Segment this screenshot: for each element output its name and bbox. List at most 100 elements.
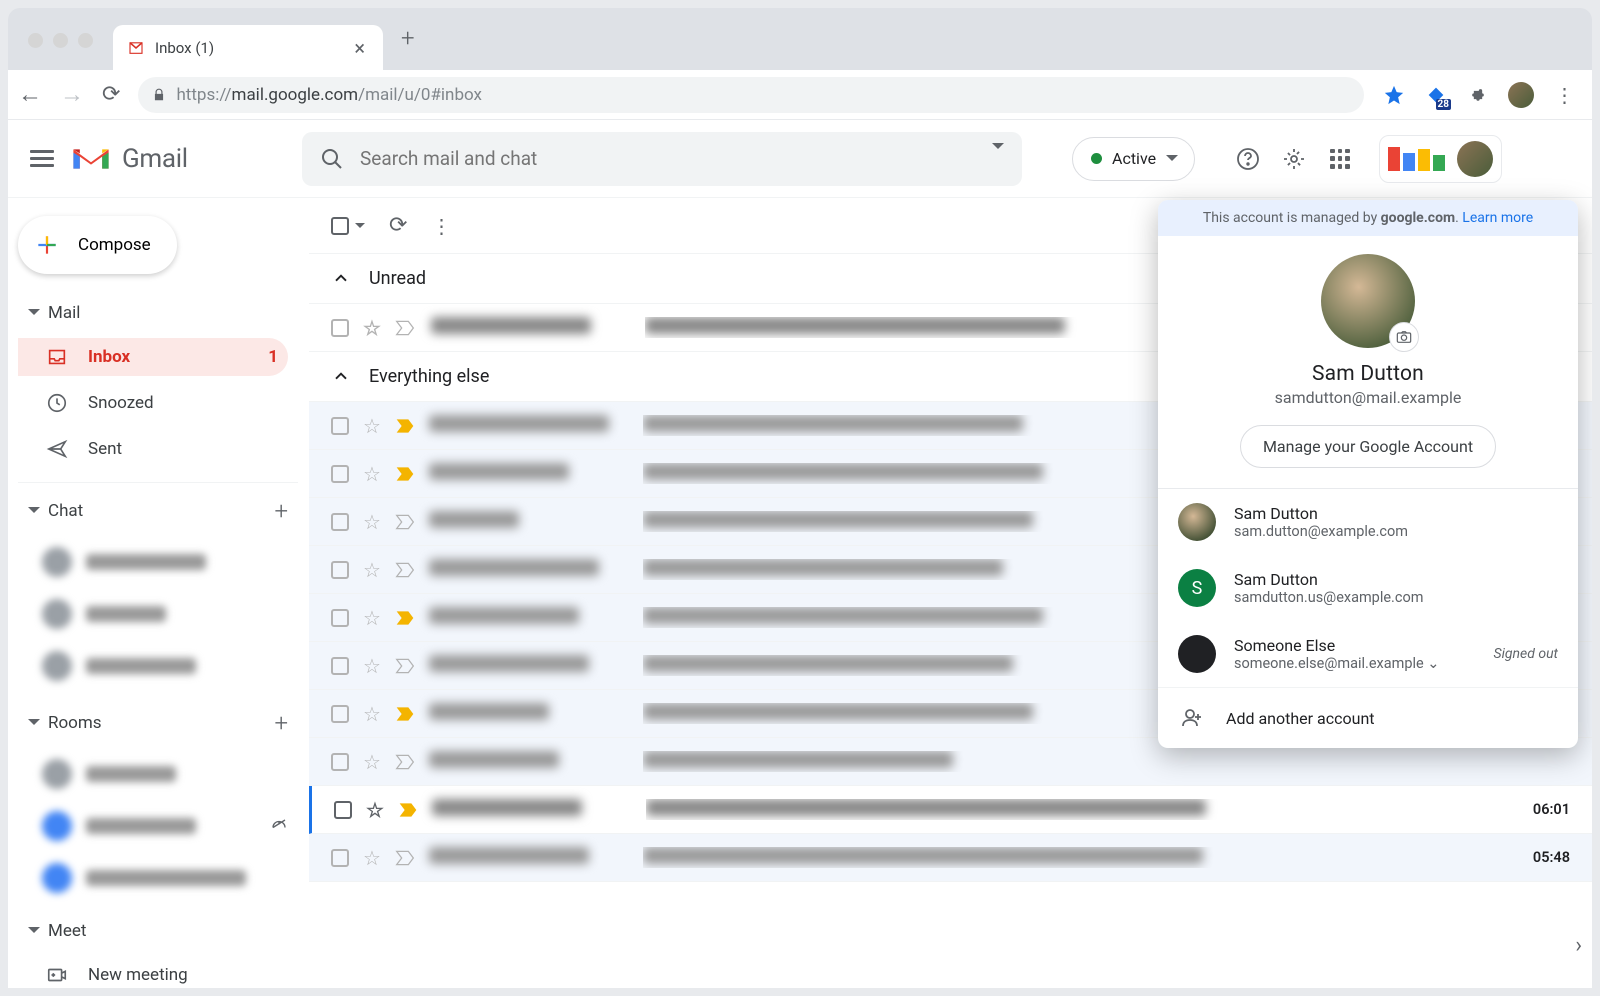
new-tab-button[interactable]: + [383, 24, 435, 70]
important-icon[interactable] [395, 849, 415, 867]
important-icon[interactable] [395, 417, 415, 435]
address-bar[interactable]: https://mail.google.com/mail/u/0#inbox [138, 77, 1364, 113]
bookmark-star-icon[interactable] [1382, 83, 1406, 107]
more-button[interactable]: ⋮ [431, 214, 451, 238]
account-switcher[interactable] [1379, 135, 1502, 183]
chevron-down-icon [28, 309, 40, 321]
add-room-button[interactable]: + [274, 709, 288, 737]
back-button[interactable]: ← [18, 80, 42, 109]
select-menu-icon[interactable] [355, 223, 365, 233]
change-photo-button[interactable] [1389, 322, 1419, 352]
row-checkbox[interactable] [334, 801, 352, 819]
chat-contact[interactable] [18, 644, 298, 688]
star-icon[interactable]: ☆ [363, 462, 381, 486]
star-icon[interactable]: ☆ [366, 798, 384, 822]
add-chat-button[interactable]: + [274, 497, 288, 525]
row-checkbox[interactable] [331, 319, 349, 337]
extensions-icon[interactable] [1466, 83, 1490, 107]
chat-contact[interactable] [18, 592, 298, 636]
important-icon[interactable] [395, 753, 415, 771]
important-icon[interactable] [395, 561, 415, 579]
side-panel-toggle-icon[interactable]: › [1575, 933, 1582, 958]
star-icon[interactable]: ☆ [363, 606, 381, 630]
row-checkbox[interactable] [331, 657, 349, 675]
important-icon[interactable] [398, 801, 418, 819]
nav-item-snoozed[interactable]: Snoozed [18, 384, 298, 422]
mail-row[interactable]: ☆05:48 [309, 834, 1592, 882]
nav-section-mail[interactable]: Mail [18, 296, 298, 330]
person-add-icon [1180, 706, 1204, 730]
extension-badge-icon[interactable]: 28 [1424, 83, 1448, 107]
select-all-checkbox[interactable] [331, 217, 349, 235]
browser-tab[interactable]: Inbox (1) × [113, 25, 383, 70]
room-item[interactable] [18, 856, 298, 900]
star-icon[interactable]: ☆ [363, 316, 381, 340]
account-avatar: S [1178, 569, 1216, 607]
row-checkbox[interactable] [331, 849, 349, 867]
nav-section-rooms[interactable]: Rooms+ [18, 702, 298, 744]
mail-row[interactable]: ☆06:01 [309, 786, 1592, 834]
room-item[interactable] [18, 804, 298, 848]
important-icon[interactable] [395, 657, 415, 675]
chat-contact[interactable] [18, 540, 298, 584]
important-icon[interactable] [395, 609, 415, 627]
refresh-button[interactable]: ⟳ [389, 213, 407, 238]
row-checkbox[interactable] [331, 753, 349, 771]
star-icon[interactable]: ☆ [363, 414, 381, 438]
star-icon[interactable]: ☆ [363, 654, 381, 678]
star-icon[interactable]: ☆ [363, 702, 381, 726]
forward-button[interactable]: → [60, 80, 84, 109]
row-checkbox[interactable] [331, 609, 349, 627]
main-menu-button[interactable] [30, 146, 54, 172]
important-icon[interactable] [395, 705, 415, 723]
support-button[interactable] [1235, 146, 1261, 172]
important-icon[interactable] [395, 513, 415, 531]
window-minimize[interactable] [53, 33, 68, 48]
account-option[interactable]: Someone Elsesomeone.else@mail.example ⌄ … [1158, 621, 1578, 687]
row-checkbox[interactable] [331, 705, 349, 723]
account-avatar [1178, 503, 1216, 541]
account-name: Sam Dutton [1158, 362, 1578, 386]
status-label: Active [1112, 149, 1156, 168]
add-account-button[interactable]: Add another account [1158, 687, 1578, 748]
room-item[interactable] [18, 752, 298, 796]
search-bar[interactable] [302, 132, 1022, 186]
gmail-logo-lockup[interactable]: Gmail [70, 143, 270, 175]
star-icon[interactable]: ☆ [363, 510, 381, 534]
window-close[interactable] [28, 33, 43, 48]
settings-button[interactable] [1281, 146, 1307, 172]
star-icon[interactable]: ☆ [363, 846, 381, 870]
row-checkbox[interactable] [331, 561, 349, 579]
nav-section-chat[interactable]: Chat+ [18, 482, 298, 532]
compose-button[interactable]: Compose [18, 216, 177, 274]
google-apps-button[interactable] [1327, 146, 1353, 172]
row-checkbox[interactable] [331, 417, 349, 435]
important-icon[interactable] [395, 319, 417, 337]
important-icon[interactable] [395, 465, 415, 483]
star-icon[interactable]: ☆ [363, 558, 381, 582]
gmail-product-name: Gmail [122, 144, 188, 174]
compose-plus-icon [34, 232, 60, 258]
search-options-icon[interactable] [992, 143, 1004, 174]
learn-more-link[interactable]: Learn more [1462, 210, 1533, 226]
tab-close-icon[interactable]: × [354, 36, 365, 60]
browser-tabstrip: Inbox (1) × + [8, 8, 1592, 70]
manage-account-button[interactable]: Manage your Google Account [1240, 425, 1496, 468]
row-checkbox[interactable] [331, 465, 349, 483]
row-checkbox[interactable] [331, 513, 349, 531]
mute-icon[interactable] [270, 817, 288, 835]
search-input[interactable] [360, 147, 992, 170]
browser-profile-avatar[interactable] [1508, 82, 1534, 108]
reload-button[interactable]: ⟳ [102, 82, 120, 107]
window-maximize[interactable] [78, 33, 93, 48]
nav-item-new-meeting[interactable]: New meeting [18, 956, 298, 988]
signed-out-badge: Signed out [1494, 646, 1558, 662]
nav-item-inbox[interactable]: Inbox 1 [18, 338, 288, 376]
browser-menu-icon[interactable]: ⋮ [1552, 83, 1576, 107]
star-icon[interactable]: ☆ [363, 750, 381, 774]
account-option[interactable]: Sam Duttonsam.dutton@example.com [1158, 489, 1578, 555]
account-option[interactable]: S Sam Duttonsamdutton.us@example.com [1158, 555, 1578, 621]
nav-item-sent[interactable]: Sent [18, 430, 298, 468]
active-status-button[interactable]: Active [1072, 137, 1195, 181]
nav-section-meet[interactable]: Meet [18, 914, 298, 948]
